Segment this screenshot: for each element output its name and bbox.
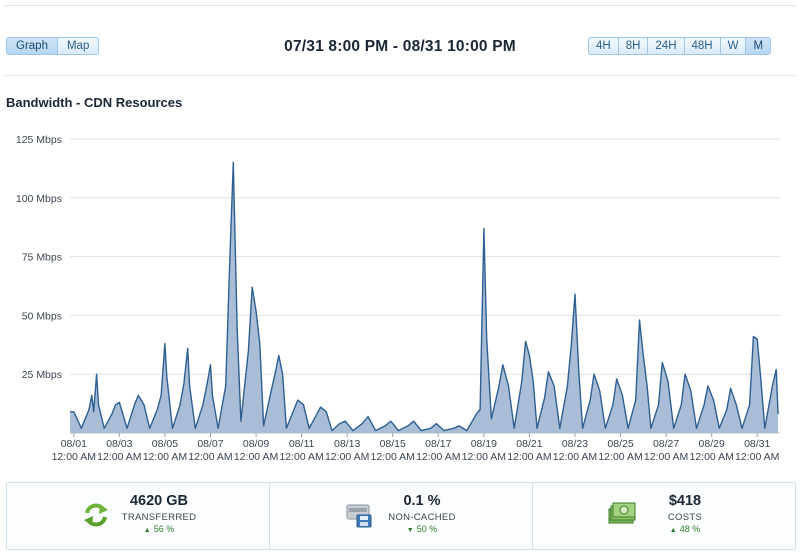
x-tick-label: 08/17 — [425, 438, 451, 450]
y-tick-label: 50 Mbps — [22, 310, 62, 322]
x-tick-label: 12:00 AM — [325, 451, 369, 463]
stat-transferred: 4620 GB TRANSFERRED ▲ 56 % — [7, 483, 270, 549]
range-4h-button[interactable]: 4H — [589, 38, 619, 54]
x-tick-label: 12:00 AM — [735, 451, 779, 463]
x-tick-label: 08/19 — [471, 438, 497, 450]
stat-value: $418 — [668, 493, 702, 509]
stats-panel: 4620 GB TRANSFERRED ▲ 56 % 0.1 % NON-CACH… — [6, 482, 796, 550]
x-tick-label: 12:00 AM — [371, 451, 415, 463]
x-tick-label: 12:00 AM — [462, 451, 506, 463]
up-arrow-icon: ▲ — [143, 527, 151, 534]
top-divider — [4, 5, 796, 6]
x-tick-label: 08/05 — [152, 438, 178, 450]
x-tick-label: 08/31 — [744, 438, 770, 450]
range-8h-button[interactable]: 8H — [619, 38, 649, 54]
x-tick-label: 12:00 AM — [507, 451, 551, 463]
x-tick-label: 12:00 AM — [689, 451, 733, 463]
bandwidth-chart: 25 Mbps 50 Mbps 75 Mbps 100 Mbps 125 Mbps 08/… — [16, 134, 780, 463]
x-tick-label: 12:00 AM — [644, 451, 688, 463]
range-week-button[interactable]: W — [721, 38, 747, 54]
y-tick-label: 25 Mbps — [22, 369, 62, 381]
stat-change: ▲ 56 % — [143, 524, 175, 534]
x-tick-label: 12:00 AM — [553, 451, 597, 463]
stat-label: TRANSFERRED — [121, 512, 197, 523]
bandwidth-line — [70, 161, 779, 432]
x-tick-label: 08/11 — [289, 438, 315, 450]
range-48h-button[interactable]: 48H — [685, 38, 721, 54]
x-tick-label: 12:00 AM — [143, 451, 187, 463]
up-arrow-icon: ▲ — [669, 527, 677, 534]
chart-title: Bandwidth - CDN Resources — [6, 95, 183, 110]
x-tick-label: 12:00 AM — [188, 451, 232, 463]
down-arrow-icon: ▼ — [406, 527, 414, 534]
y-tick-label: 100 Mbps — [16, 193, 62, 205]
x-tick-label: 08/13 — [334, 438, 360, 450]
x-tick-label: 12:00 AM — [52, 451, 96, 463]
range-24h-button[interactable]: 24H — [648, 38, 685, 54]
stat-label: NON-CACHED — [388, 512, 456, 523]
x-tick-label: 08/27 — [653, 438, 679, 450]
x-tick-label: 08/01 — [61, 438, 87, 450]
stat-value: 0.1 % — [403, 493, 441, 509]
stat-non-cached: 0.1 % NON-CACHED ▼ 50 % — [270, 483, 533, 549]
range-month-button[interactable]: M — [746, 38, 771, 54]
x-tick-label: 08/03 — [106, 438, 132, 450]
x-tick-label: 08/23 — [562, 438, 588, 450]
x-tick-label: 08/15 — [380, 438, 406, 450]
x-tick-label: 12:00 AM — [97, 451, 141, 463]
header-divider — [4, 75, 796, 76]
stat-costs: $418 COSTS ▲ 48 % — [533, 483, 795, 549]
stat-change: ▼ 50 % — [406, 524, 438, 534]
x-tick-label: 08/21 — [516, 438, 542, 450]
x-tick-label: 12:00 AM — [416, 451, 460, 463]
x-tick-label: 08/29 — [699, 438, 725, 450]
y-tick-label: 75 Mbps — [22, 252, 62, 264]
x-tick-label: 08/09 — [243, 438, 269, 450]
stat-value: 4620 GB — [129, 493, 189, 509]
x-tick-label: 08/07 — [197, 438, 223, 450]
x-tick-label: 12:00 AM — [234, 451, 278, 463]
x-tick-label: 08/25 — [607, 438, 633, 450]
time-range-toggle: 4H 8H 24H 48H W M — [588, 37, 772, 55]
bandwidth-area — [70, 162, 779, 433]
x-tick-label: 12:00 AM — [279, 451, 323, 463]
stat-label: COSTS — [667, 512, 703, 523]
x-tick-label: 12:00 AM — [598, 451, 642, 463]
y-tick-label: 125 Mbps — [16, 134, 62, 146]
stat-change: ▲ 48 % — [669, 524, 701, 534]
